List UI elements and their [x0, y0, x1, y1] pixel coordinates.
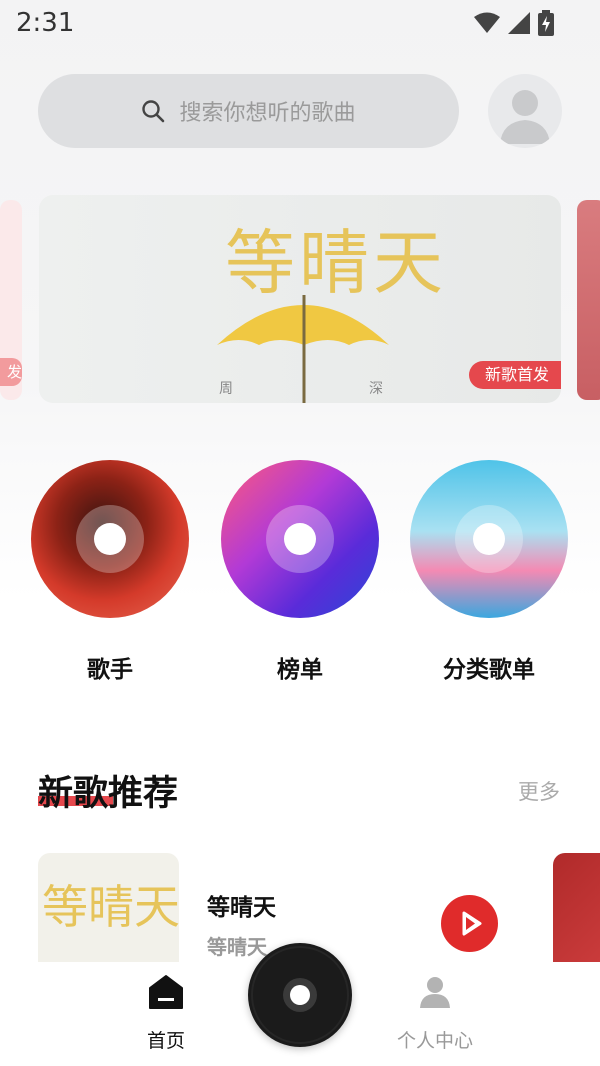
play-icon — [462, 911, 482, 936]
banner-art-name-left: 周 — [219, 381, 233, 397]
battery-icon — [538, 10, 554, 36]
profile-icon — [420, 977, 450, 1008]
wifi-icon — [474, 12, 500, 33]
category-chart-label[interactable]: 榜单 — [210, 650, 390, 684]
banner-prev-tag: 发 — [0, 358, 22, 386]
tab-profile-label: 个人中心 — [396, 1030, 473, 1052]
category-playlist-disc[interactable] — [410, 460, 568, 618]
search-bar[interactable]: 搜索你想听的歌曲 — [38, 74, 459, 148]
tab-home-label: 首页 — [146, 1030, 185, 1052]
section-title: 新歌推荐 — [38, 774, 179, 814]
play-button[interactable] — [441, 895, 498, 952]
banner-art-name-right: 深 — [369, 381, 383, 397]
banner-tag: 新歌首发 — [468, 361, 561, 389]
home-icon — [149, 975, 183, 1009]
search-placeholder: 搜索你想听的歌曲 — [179, 101, 356, 126]
disc-hole — [284, 523, 316, 555]
category-chart-disc[interactable] — [221, 460, 379, 618]
more-link[interactable]: 更多 — [518, 776, 560, 806]
user-icon — [500, 90, 550, 144]
category-playlist-label[interactable]: 分类歌单 — [399, 650, 579, 684]
status-time: 2:31 — [16, 8, 75, 38]
disc-hole — [473, 523, 505, 555]
signal-icon — [508, 12, 530, 34]
record-icon — [251, 946, 349, 1044]
song-title[interactable]: 等晴天 — [207, 888, 276, 922]
search-icon — [142, 100, 165, 123]
banner-art-title: 等晴天 — [225, 222, 447, 304]
category-singer-label[interactable]: 歌手 — [20, 650, 200, 684]
category-singer-disc[interactable] — [31, 460, 189, 618]
banner-next-peek[interactable] — [577, 200, 600, 400]
status-icons — [474, 10, 554, 36]
tab-profile[interactable]: 个人中心 — [385, 974, 485, 1054]
song-cover-text: 等晴天 — [42, 880, 179, 934]
disc-hole — [94, 523, 126, 555]
now-playing-record[interactable] — [248, 943, 352, 1047]
avatar[interactable] — [488, 74, 562, 148]
tab-home[interactable]: 首页 — [130, 974, 202, 1054]
banner[interactable]: 等晴天 周 深 新歌首发 — [39, 195, 561, 403]
